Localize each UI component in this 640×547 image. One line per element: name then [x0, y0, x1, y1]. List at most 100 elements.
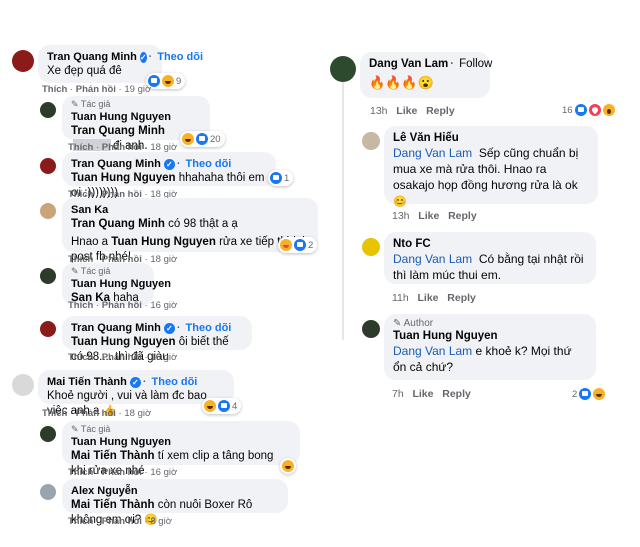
reaction-summary[interactable]: 9 — [146, 73, 186, 89]
verified-badge-icon: ✓ — [163, 158, 175, 170]
reply-button[interactable]: Reply — [448, 210, 477, 222]
avatar[interactable] — [40, 268, 56, 284]
comment-text: Xe đẹp quá đê — [47, 65, 122, 77]
reaction-count: 2 — [308, 239, 314, 251]
reaction-summary[interactable]: 20 — [180, 131, 225, 147]
pencil-icon: ✎ — [393, 318, 402, 329]
haha-reaction-icon — [593, 388, 606, 400]
care-reaction-icon — [280, 239, 292, 251]
avatar[interactable] — [40, 158, 56, 174]
mention-link[interactable]: Tuan Hung Nguyen — [111, 236, 216, 248]
comment-actions: 13h Like Reply — [370, 105, 455, 117]
like-reaction-icon — [579, 388, 592, 400]
comment-author[interactable]: Tuan Hung Nguyen — [71, 277, 171, 291]
reply-button[interactable]: Reply — [447, 292, 476, 304]
love-reaction-icon — [588, 104, 601, 116]
like-button[interactable]: Like — [418, 292, 439, 304]
comment-author[interactable]: Tuan Hung Nguyen — [71, 435, 171, 449]
avatar[interactable] — [12, 374, 34, 396]
reaction-summary[interactable]: 16 — [560, 102, 619, 118]
author-badge: Tác giả — [80, 266, 111, 276]
comment-author[interactable]: Tuan Hung Nguyen — [71, 110, 171, 124]
like-button[interactable]: Thích — [68, 300, 93, 311]
reaction-count: 1 — [284, 172, 290, 184]
reply-button[interactable]: Phản hồi — [102, 516, 142, 527]
avatar[interactable] — [12, 50, 34, 72]
comment-actions: 7h Like Reply — [392, 388, 471, 400]
avatar[interactable] — [362, 320, 380, 338]
comment-bubble: Dang Van Lam · Follow 🔥🔥🔥😮 — [360, 52, 492, 98]
comment-author[interactable]: San Ka — [71, 203, 108, 217]
avatar[interactable] — [40, 484, 56, 500]
comment-actions: 13h Like Reply — [392, 210, 477, 222]
mention-link[interactable]: Tran Quang Minh — [71, 125, 165, 137]
avatar[interactable] — [40, 321, 56, 337]
like-reaction-icon — [574, 104, 587, 116]
like-reaction-icon — [294, 239, 306, 251]
comment-time: 13h — [392, 210, 410, 222]
comment-author[interactable]: Tuan Hung Nguyen — [393, 329, 498, 343]
reaction-summary[interactable]: 4 — [202, 398, 242, 414]
avatar[interactable] — [40, 426, 56, 442]
follow-button[interactable]: Theo dõi — [152, 375, 198, 389]
like-button[interactable]: Thích — [42, 84, 67, 95]
smile-icon: 😊 — [393, 196, 407, 208]
comment-time: 18 giờ — [124, 408, 152, 419]
comment-actions: 11h Like Reply — [392, 292, 476, 304]
reaction-summary[interactable]: 1 — [268, 170, 294, 186]
like-button[interactable]: Like — [412, 388, 433, 400]
comment-author[interactable]: Lê Văn Hiếu — [393, 131, 459, 145]
follow-button[interactable]: Theo dõi — [186, 321, 232, 335]
reply-button[interactable]: Reply — [426, 105, 455, 117]
mention-link[interactable]: Dang Van Lam — [393, 146, 472, 160]
like-button[interactable]: Thích — [42, 408, 67, 419]
mention-link[interactable]: Mai Tiến Thành — [71, 450, 155, 462]
reply-button[interactable]: Phản hồi — [102, 352, 142, 363]
reply-button[interactable]: Phản hồi — [76, 408, 116, 419]
comment-author[interactable]: Nto FC — [393, 237, 431, 251]
like-button[interactable]: Like — [396, 105, 417, 117]
avatar[interactable] — [330, 56, 356, 82]
comment-author[interactable]: Tran Quang Minh — [71, 321, 161, 335]
comment-actions: Thích · Phản hồi · 18 giờ — [42, 408, 152, 419]
avatar[interactable] — [362, 238, 380, 256]
comment-author[interactable]: Mai Tiến Thành — [47, 375, 127, 389]
comment-time: 7h — [392, 388, 404, 400]
comment-author[interactable]: Dang Van Lam — [369, 57, 448, 71]
comment-actions: Thích · Phản hồi · 8 giờ — [68, 516, 172, 527]
mention-link[interactable]: Dang Van Lam — [393, 252, 472, 266]
follow-button[interactable]: Theo dõi — [186, 157, 232, 171]
like-reaction-icon — [196, 133, 208, 145]
avatar[interactable] — [40, 203, 56, 219]
like-button[interactable]: Like — [418, 210, 439, 222]
avatar[interactable] — [362, 132, 380, 150]
mention-link[interactable]: Dang Van Lam — [393, 344, 472, 358]
reply-button[interactable]: Phản hồi — [102, 300, 142, 311]
comment-author[interactable]: Tran Quang Minh — [71, 157, 161, 171]
like-button[interactable]: Thích — [68, 467, 93, 478]
reaction-summary[interactable]: 2 — [570, 386, 609, 402]
follow-button[interactable]: Theo dõi — [157, 50, 203, 64]
comment-author[interactable]: Tran Quang Minh — [47, 50, 137, 64]
mention-link[interactable]: Tran Quang Minh — [71, 218, 165, 230]
reaction-count: 9 — [176, 75, 182, 87]
comment-bubble: ✎ Tác giả Tuan Hung Nguyen Mai Tiến Thàn… — [62, 421, 300, 477]
comment-author[interactable]: Alex Nguyễn — [71, 484, 138, 498]
reaction-count: 2 — [572, 388, 578, 400]
mention-link[interactable]: Tuan Hung Nguyen — [71, 172, 176, 184]
comment-time: 19 giờ — [124, 84, 152, 95]
haha-reaction-icon — [162, 75, 174, 87]
reaction-summary[interactable] — [280, 458, 296, 474]
like-reaction-icon — [218, 400, 230, 412]
comment-actions: Thích · Phản hồi · 19 giờ — [42, 84, 152, 95]
reply-button[interactable]: Reply — [442, 388, 471, 400]
reaction-summary[interactable]: 2 — [278, 237, 318, 253]
follow-button[interactable]: Follow — [459, 57, 492, 71]
reply-button[interactable]: Phản hồi — [102, 467, 142, 478]
like-button[interactable]: Thích — [68, 352, 93, 363]
avatar[interactable] — [40, 102, 56, 118]
reply-button[interactable]: Phản hồi — [76, 84, 116, 95]
mention-link[interactable]: Mai Tiến Thành — [71, 499, 155, 511]
like-button[interactable]: Thích — [68, 516, 93, 527]
mention-link[interactable]: Tuan Hung Nguyen — [71, 336, 176, 348]
